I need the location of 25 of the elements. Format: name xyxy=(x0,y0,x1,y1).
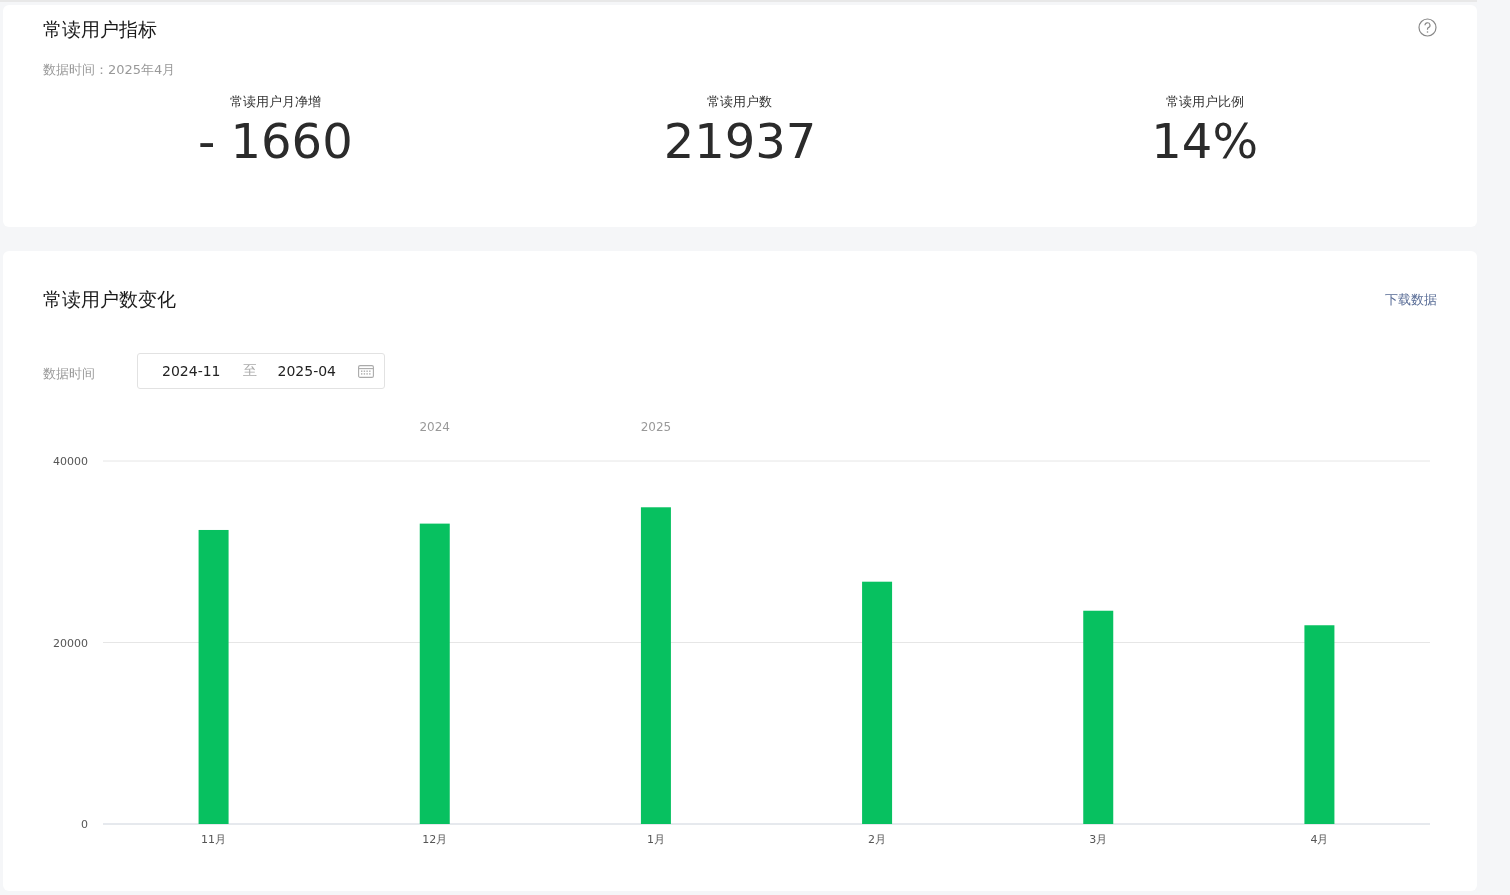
x-axis-label: 12月 xyxy=(422,833,448,846)
card-title: 常读用户数变化 xyxy=(43,287,176,312)
x-axis-label: 3月 xyxy=(1089,833,1108,846)
calendar-icon xyxy=(358,364,374,378)
metric-label: 常读用户月净增 xyxy=(229,93,321,111)
help-icon[interactable] xyxy=(1418,17,1437,37)
date-range-field[interactable]: 2024-11 至 2025-04 xyxy=(137,353,385,389)
x-axis-label: 2月 xyxy=(868,833,887,846)
x-axis-label: 1月 xyxy=(646,833,665,846)
card-title: 常读用户指标 xyxy=(43,17,157,42)
x-axis-label: 11月 xyxy=(201,833,227,846)
metric-value: 21937 xyxy=(663,113,817,169)
y-axis-label: 20000 xyxy=(53,636,88,650)
y-axis-label: 0 xyxy=(81,818,88,831)
year-label: 2025 xyxy=(640,420,672,434)
download-link[interactable]: 下载数据 xyxy=(1385,291,1437,309)
metric-label: 常读用户比例 xyxy=(1165,93,1244,111)
metric-value: 14% xyxy=(1151,113,1258,169)
y-axis-label: 40000 xyxy=(53,455,88,468)
year-label: 2024 xyxy=(419,420,450,434)
date-label: 数据时间 xyxy=(43,365,96,383)
data-time-text: 数据时间：2025年4月 xyxy=(43,61,177,79)
metric-label: 常读用户数 xyxy=(707,93,773,111)
x-axis-label: 4月 xyxy=(1310,833,1329,846)
metric-value: - 1660 xyxy=(197,113,353,169)
